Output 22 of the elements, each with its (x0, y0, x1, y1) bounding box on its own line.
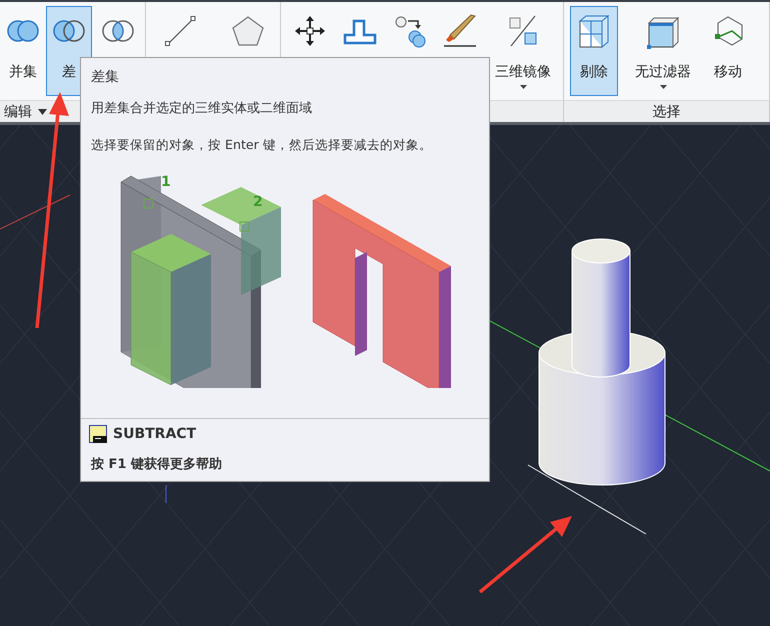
command-window-icon (89, 425, 107, 443)
help-hint: 按 F1 键获得更多帮助 (90, 456, 223, 473)
cube-grid-icon (576, 13, 612, 49)
tooltip-description: 用差集合并选定的三维实体或二维面域 (91, 100, 313, 118)
brush-icon (442, 13, 478, 49)
tooltip-instruction: 选择要保留的对象，按 Enter 键，然后选择要减去的对象。 (91, 136, 433, 154)
callout-number: 2 (253, 194, 263, 210)
panel-title: 编辑 (4, 102, 32, 121)
caret-icon (660, 85, 666, 89)
tooltip-title: 差集 (91, 68, 120, 86)
panel-title: 选择 (652, 102, 680, 121)
line-segment-icon (162, 13, 198, 49)
ribbon-button[interactable]: 并集 (3, 6, 43, 96)
ribbon-button[interactable]: 移动 (708, 6, 748, 96)
callout-number: 1 (161, 174, 171, 190)
command-name: SUBTRACT (113, 426, 196, 442)
axis-line (0, 194, 70, 230)
ribbon-button[interactable]: 三维镜像 (487, 6, 559, 96)
caret-icon (520, 85, 526, 89)
caret-icon[interactable] (38, 108, 47, 115)
ribbon-button[interactable]: 剔除 (570, 6, 618, 96)
ribbon-button[interactable]: 无过滤器 (628, 6, 698, 96)
